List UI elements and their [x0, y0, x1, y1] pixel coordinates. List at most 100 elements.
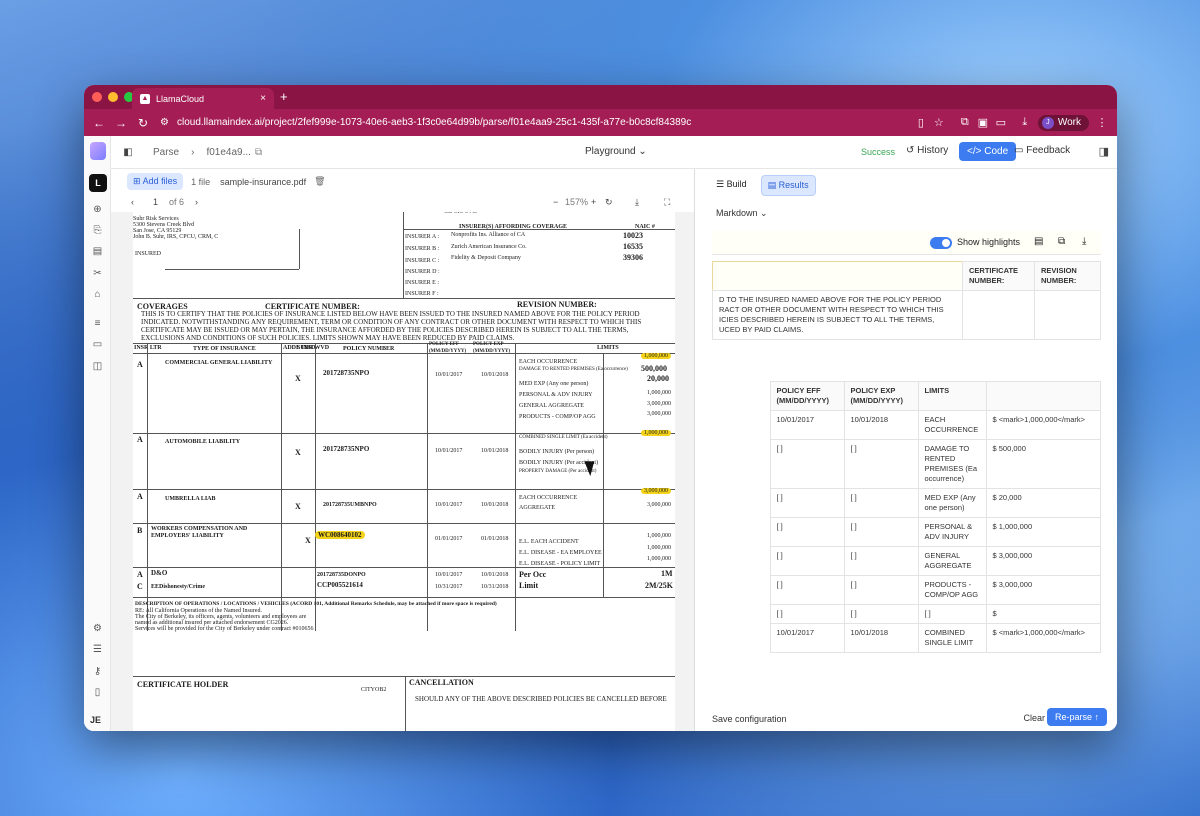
close-tab-icon[interactable]: ×: [260, 93, 266, 104]
sidebar-toggle-icon[interactable]: ◧: [121, 147, 135, 158]
history-button[interactable]: ↺ History: [906, 145, 948, 156]
download-results-icon[interactable]: ⤓: [1082, 236, 1086, 247]
extensions-icon[interactable]: ⧉: [956, 116, 974, 129]
certificate-holder-heading: CERTIFICATE HOLDER: [137, 680, 229, 689]
copy-icon[interactable]: ⧉: [1058, 236, 1065, 247]
tab-search-icon[interactable]: ▭: [992, 116, 1010, 129]
page-number-input[interactable]: 1: [153, 197, 158, 207]
browser-menu-icon[interactable]: ⋮: [1093, 116, 1111, 129]
next-page-icon[interactable]: ›: [195, 197, 198, 207]
file-name[interactable]: sample-insurance.pdf: [220, 177, 306, 187]
back-icon[interactable]: ←: [92, 116, 106, 130]
delete-file-icon[interactable]: 🗑: [314, 176, 325, 187]
breadcrumb-parse[interactable]: Parse: [153, 147, 179, 158]
user-initials[interactable]: JE: [90, 715, 101, 725]
close-window-button[interactable]: [92, 92, 102, 102]
holder-code: CITYOB2: [361, 687, 387, 693]
format-dropdown[interactable]: Markdown ⌄: [716, 208, 768, 219]
llama-logo[interactable]: [90, 142, 106, 160]
address-bar: ← → ↻ ⚙ cloud.llamaindex.ai/project/2fef…: [84, 109, 1117, 136]
zoom-in-icon[interactable]: +: [591, 197, 596, 207]
revision-number-header: REVISION NUMBER:: [1034, 261, 1101, 291]
page-total: of 6: [169, 197, 185, 207]
code-button[interactable]: </> Code: [959, 142, 1017, 161]
parse-icon[interactable]: ⊕: [92, 204, 103, 215]
table-cell: [712, 440, 770, 489]
new-tab-icon[interactable]: +: [280, 89, 288, 104]
table-row: 10/01/2017 10/01/2018 COMBINED SINGLE LIMI…: [712, 623, 1101, 653]
reload-icon[interactable]: ↻: [136, 116, 150, 130]
table-row: 10/01/2017 10/01/2018 EACH OCCURRENCE $ <ma…: [712, 410, 1101, 440]
url-field[interactable]: ⚙ cloud.llamaindex.ai/project/2fef999e-1…: [160, 117, 912, 128]
results-table-header: CERTIFICATE NUMBER: REVISION NUMBER: D T…: [712, 261, 1101, 340]
rule: [133, 489, 675, 490]
table-cell: GENERAL AGGREGATE: [917, 546, 987, 576]
do-limit-label-2: Limit: [519, 581, 539, 590]
download-icon[interactable]: ⤓: [1016, 116, 1034, 129]
cancellation-text: SHOULD ANY OF THE ABOVE DESCRIBED POLICI…: [415, 695, 667, 703]
save-configuration-button[interactable]: Save configuration: [712, 714, 787, 724]
feedback-button[interactable]: ▭ Feedback: [1014, 145, 1070, 156]
split-icon[interactable]: ✂: [92, 268, 103, 279]
code-label: Code: [984, 146, 1009, 157]
page-icon[interactable]: ▯: [912, 116, 930, 129]
fullscreen-icon[interactable]: ⛶: [664, 197, 670, 208]
table-cell: $ 3,000,000: [985, 575, 1101, 605]
key-icon[interactable]: ⚷: [92, 666, 103, 677]
rotate-icon[interactable]: ↻: [605, 197, 613, 208]
gl-type: COMMERCIAL GENERAL LIABILITY: [165, 360, 273, 366]
view-selector[interactable]: Playground ⌄: [585, 146, 647, 157]
reparse-button[interactable]: Re-parse ↑: [1046, 708, 1107, 726]
site-settings-icon[interactable]: ⚙: [160, 117, 169, 128]
clear-button[interactable]: Clear: [1023, 713, 1045, 723]
rule: [427, 343, 428, 631]
browser-tab[interactable]: ▲ LlamaCloud ×: [132, 88, 274, 109]
tab-results[interactable]: ▤ Results: [760, 175, 816, 196]
extract-icon[interactable]: ⎘: [92, 225, 103, 236]
document-icon[interactable]: ▤: [92, 246, 103, 257]
agent-icon[interactable]: ◫: [92, 361, 103, 372]
prev-page-icon[interactable]: ‹: [131, 197, 134, 207]
table-cell: [712, 547, 770, 576]
copy-id-icon[interactable]: ⧉: [255, 147, 262, 158]
add-files-button[interactable]: ⊞ Add files: [127, 173, 184, 190]
do-exp-1: 10/01/2018: [481, 572, 509, 578]
document-view-icon[interactable]: ▤: [1034, 236, 1043, 247]
docs-icon[interactable]: ▯: [92, 687, 103, 698]
insurer-a-label: INSURER A :: [405, 234, 440, 240]
index-icon[interactable]: ≡: [92, 318, 103, 329]
auto-exp: 10/01/2018: [481, 448, 509, 454]
forward-icon[interactable]: →: [114, 116, 128, 130]
table-row: [ ][ ] PERSONAL & ADV INJURY $ 1,000,000: [712, 517, 1101, 547]
folder-icon[interactable]: ▭: [92, 339, 103, 350]
table-cell: [712, 261, 963, 291]
feedback-label: Feedback: [1026, 145, 1071, 156]
profile-chip[interactable]: J Work: [1037, 114, 1089, 131]
zoom-out-icon[interactable]: −: [553, 197, 558, 207]
bookmark-star-icon[interactable]: ☆: [930, 116, 948, 129]
gl-limit-5: GENERAL AGGREGATE: [519, 403, 584, 409]
do-limit-value-2: 2M/25K: [645, 581, 673, 590]
table-cell: [ ]: [769, 488, 845, 518]
settings-icon[interactable]: ⚙: [92, 623, 103, 634]
breadcrumb-chevron-icon: ›: [191, 146, 195, 158]
media-icon[interactable]: ▣: [974, 116, 992, 129]
project-avatar[interactable]: L: [89, 174, 107, 192]
tab-build[interactable]: ☰ Build: [710, 175, 753, 196]
gl-limit-6-value: 3,000,000: [647, 411, 671, 417]
wc-limit-1-value: 1,000,000: [647, 533, 671, 539]
download-pdf-icon[interactable]: ⤓: [635, 197, 639, 208]
minimize-window-button[interactable]: [108, 92, 118, 102]
umb-policy: 201728735UMBNPO: [323, 502, 377, 508]
wc-limit-2-value: 1,000,000: [647, 545, 671, 551]
table-cell: MED EXP (Any one person): [917, 488, 987, 518]
rule: [133, 597, 675, 598]
gl-limit-1-value: 1,000,000: [641, 353, 671, 359]
breadcrumb-job-id[interactable]: f01e4a9...: [206, 147, 250, 158]
database-icon[interactable]: ☰: [92, 644, 103, 655]
table-cell: [ ]: [843, 439, 919, 489]
highlights-toggle[interactable]: [930, 237, 952, 249]
right-panel-toggle-icon[interactable]: ◨: [1099, 145, 1109, 158]
umb-limit-2-value: 3,000,000: [647, 502, 671, 508]
tag-icon[interactable]: ⌂: [92, 289, 103, 300]
